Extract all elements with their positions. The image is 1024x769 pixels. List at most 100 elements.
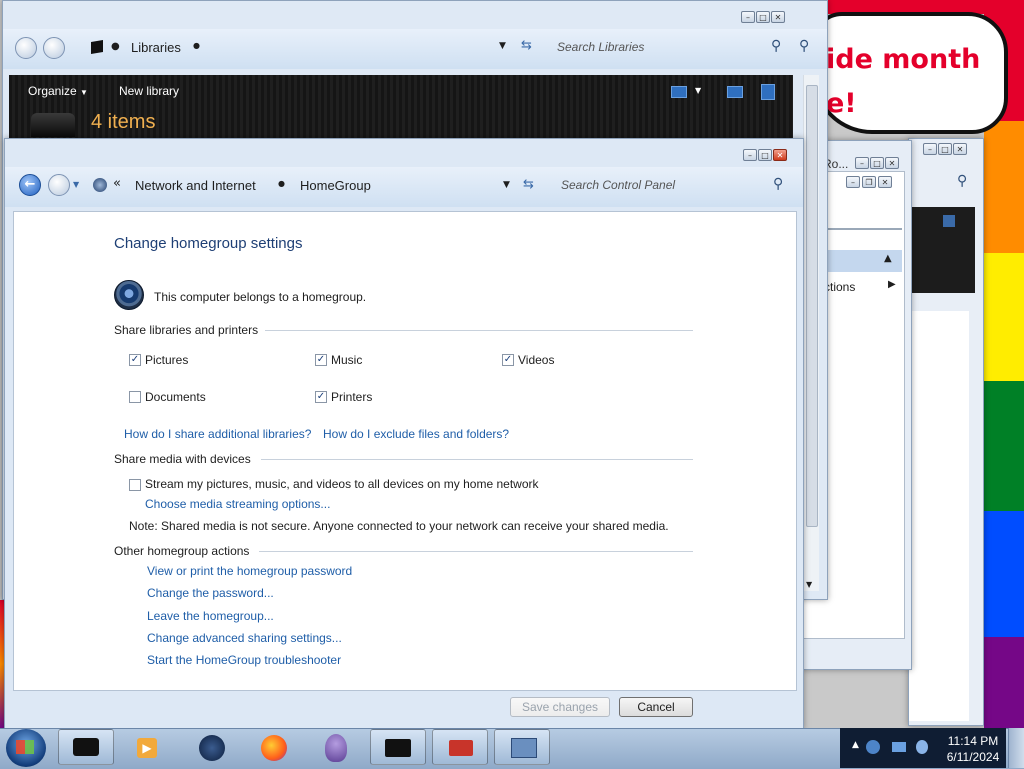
forward-button[interactable] xyxy=(48,174,70,196)
section-share-libraries: Share libraries and printers xyxy=(114,323,259,337)
page-title: Change homegroup settings xyxy=(114,235,303,252)
music-checkbox[interactable]: ✓ xyxy=(315,354,327,366)
search-icon-secondary[interactable]: ⚲ xyxy=(799,38,809,54)
show-hidden-icons-icon[interactable]: ▲ xyxy=(852,740,859,750)
media-streaming-options-link[interactable]: Choose media streaming options... xyxy=(145,497,330,511)
forward-button[interactable] xyxy=(43,37,65,59)
search-control-panel-input[interactable]: Search Control Panel xyxy=(561,178,675,192)
volume-icon[interactable] xyxy=(892,742,906,752)
scroll-thumb[interactable] xyxy=(806,85,818,527)
breadcrumb-network-and-internet[interactable]: Network and Internet xyxy=(135,178,256,193)
minimize-icon[interactable]: – xyxy=(923,143,937,155)
library-item-icon xyxy=(31,113,75,137)
background-window-far[interactable]: – □ ✕ ⚲ xyxy=(908,138,984,726)
printers-label: Printers xyxy=(331,390,373,404)
homegroup-window[interactable]: – □ ✕ ← ▼ « Network and Internet ● HomeG… xyxy=(4,138,804,730)
stream-media-label: Stream my pictures, music, and videos to… xyxy=(145,477,539,491)
breadcrumb-libraries[interactable]: Libraries xyxy=(131,40,181,55)
videos-label: Videos xyxy=(518,353,555,367)
videos-checkbox[interactable]: ✓ xyxy=(502,354,514,366)
stream-media-checkbox[interactable] xyxy=(129,479,141,491)
minimize-icon[interactable]: – xyxy=(743,149,757,161)
banner-text-line2: e! xyxy=(826,88,857,119)
media-player-icon[interactable]: ▶ xyxy=(120,729,176,765)
chevron-down-icon: ▼ xyxy=(80,88,88,97)
section-share-media: Share media with devices xyxy=(114,452,251,466)
section-divider xyxy=(259,551,693,552)
minimize-icon[interactable]: – xyxy=(855,157,869,169)
chevron-down-icon[interactable]: ▼ xyxy=(695,86,701,95)
maximize-icon[interactable]: □ xyxy=(938,143,952,155)
item-count: 4 items xyxy=(91,111,156,133)
organize-label: Organize xyxy=(28,84,77,98)
content-pane xyxy=(909,311,969,721)
search-icon[interactable]: ⚲ xyxy=(773,176,783,192)
save-changes-button[interactable]: Save changes xyxy=(510,697,610,717)
close-icon[interactable]: ✕ xyxy=(773,149,787,161)
minimize-icon[interactable]: – xyxy=(741,11,755,23)
menu-item-label: ctions xyxy=(824,280,856,294)
back-button[interactable] xyxy=(15,37,37,59)
libraries-icon xyxy=(91,39,103,55)
section-divider xyxy=(261,459,693,460)
show-desktop-button[interactable] xyxy=(1008,728,1024,768)
address-dropdown-icon[interactable]: ▼ xyxy=(499,41,506,51)
minimize-icon[interactable]: – xyxy=(846,176,860,188)
clock[interactable]: 11:14 PM 6/11/2024 xyxy=(940,728,1006,768)
advanced-sharing-link[interactable]: Change advanced sharing settings... xyxy=(147,631,342,645)
address-dropdown-icon[interactable]: ▼ xyxy=(503,180,510,190)
toolbox-icon[interactable] xyxy=(432,729,488,765)
chevron-right-icon: ▶ xyxy=(888,279,896,290)
recent-pages-dropdown-icon[interactable]: ▼ xyxy=(73,180,79,189)
clock-time: 11:14 PM xyxy=(947,734,999,748)
organize-menu[interactable]: Organize ▼ xyxy=(28,84,88,98)
vertical-scrollbar[interactable]: ▼ xyxy=(803,75,819,591)
search-libraries-input[interactable]: Search Libraries xyxy=(557,40,644,54)
screen-app-icon[interactable] xyxy=(370,729,426,765)
libraries-app-icon[interactable] xyxy=(58,729,114,765)
breadcrumb-separator: ● xyxy=(193,41,200,50)
steam-icon[interactable] xyxy=(184,729,240,765)
restore-icon[interactable]: ❐ xyxy=(862,176,876,188)
scroll-down-icon[interactable]: ▼ xyxy=(806,580,812,589)
control-panel-icon[interactable] xyxy=(494,729,550,765)
exclude-files-link[interactable]: How do I exclude files and folders? xyxy=(323,427,509,441)
view-icon[interactable] xyxy=(943,215,955,227)
search-icon[interactable]: ⚲ xyxy=(957,173,967,189)
change-password-link[interactable]: Change the password... xyxy=(147,586,274,600)
pictures-checkbox[interactable]: ✓ xyxy=(129,354,141,366)
chevron-up-icon: ▲ xyxy=(884,253,892,264)
membership-text: This computer belongs to a homegroup. xyxy=(154,290,367,304)
close-icon[interactable]: ✕ xyxy=(885,157,899,169)
action-center-icon[interactable] xyxy=(916,740,928,754)
music-label: Music xyxy=(331,353,363,367)
troubleshooter-link[interactable]: Start the HomeGroup troubleshooter xyxy=(147,653,341,667)
documents-checkbox[interactable] xyxy=(129,391,141,403)
breadcrumb-homegroup[interactable]: HomeGroup xyxy=(300,178,371,193)
search-icon[interactable]: ⚲ xyxy=(771,38,781,54)
help-icon[interactable] xyxy=(761,84,775,100)
leave-homegroup-link[interactable]: Leave the homegroup... xyxy=(147,609,274,623)
cancel-button[interactable]: Cancel xyxy=(619,697,693,717)
pidgin-icon[interactable] xyxy=(308,729,364,765)
security-note: Note: Shared media is not secure. Anyone… xyxy=(129,519,669,533)
close-icon[interactable]: ✕ xyxy=(953,143,967,155)
view-options-icon[interactable] xyxy=(671,86,687,98)
maximize-icon[interactable]: □ xyxy=(756,11,770,23)
control-panel-icon xyxy=(93,178,107,192)
printers-checkbox[interactable]: ✓ xyxy=(315,391,327,403)
refresh-icon[interactable]: ⇆ xyxy=(523,177,534,192)
back-button[interactable]: ← xyxy=(19,174,41,196)
network-icon[interactable] xyxy=(866,740,880,754)
preview-pane-icon[interactable] xyxy=(727,86,743,98)
close-icon[interactable]: ✕ xyxy=(771,11,785,23)
refresh-icon[interactable]: ⇆ xyxy=(521,38,532,53)
share-additional-libraries-link[interactable]: How do I share additional libraries? xyxy=(124,427,311,441)
maximize-icon[interactable]: □ xyxy=(758,149,772,161)
firefox-icon[interactable] xyxy=(246,729,302,765)
maximize-icon[interactable]: □ xyxy=(870,157,884,169)
breadcrumb-prefix[interactable]: « xyxy=(113,176,121,191)
close-icon[interactable]: ✕ xyxy=(878,176,892,188)
view-password-link[interactable]: View or print the homegroup password xyxy=(147,564,352,578)
new-library-button[interactable]: New library xyxy=(119,84,179,98)
